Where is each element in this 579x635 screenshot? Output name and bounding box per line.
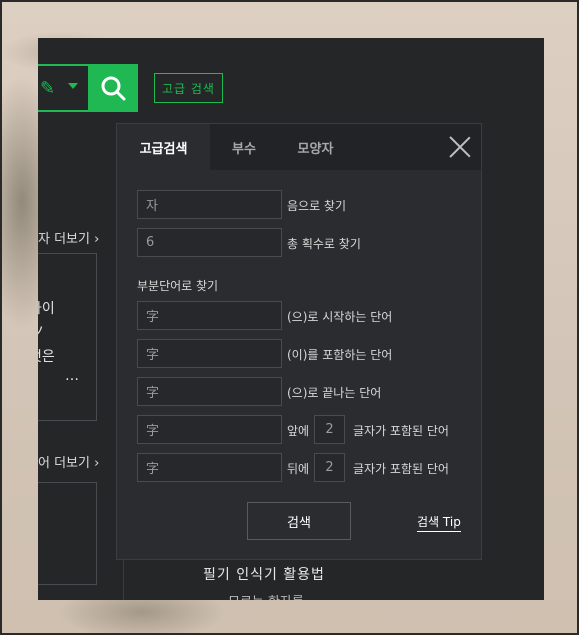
content-card-2[interactable] xyxy=(38,482,97,585)
search-button[interactable] xyxy=(88,64,138,112)
search-icon xyxy=(101,76,126,101)
pen-icon[interactable]: ✎ xyxy=(40,78,55,99)
back-prefix-label: 뒤에 xyxy=(287,462,310,476)
advanced-search-link[interactable]: 고급 검색 xyxy=(154,73,223,103)
front-input[interactable]: 字 xyxy=(137,415,282,444)
tab-bar: 고급검색 부수 모양자 xyxy=(117,124,481,170)
more-link-2[interactable]: 어 더보기 › xyxy=(38,452,99,471)
contains-input[interactable]: 字 xyxy=(137,339,282,368)
more-link-1[interactable]: 자 더보기 › xyxy=(38,228,99,247)
search-submit-button[interactable]: 검색 xyxy=(247,502,351,540)
contains-label: (이)를 포함하는 단어 xyxy=(287,348,393,362)
starts-with-label: (으)로 시작하는 단어 xyxy=(287,310,393,324)
sound-input[interactable]: 자 xyxy=(137,190,282,219)
sound-label: 음으로 찾기 xyxy=(287,199,347,213)
ellipsis-icon: … xyxy=(65,368,79,384)
search-tip-link[interactable]: 검색 Tip xyxy=(417,513,461,532)
caret-down-icon[interactable] xyxy=(68,83,78,89)
front-suffix-label: 글자가 포함된 단어 xyxy=(353,424,449,438)
ends-with-input[interactable]: 字 xyxy=(137,377,282,406)
stroke-count-label: 총 획수로 찾기 xyxy=(287,237,361,251)
close-icon[interactable] xyxy=(449,136,471,158)
front-prefix-label: 앞에 xyxy=(287,424,310,438)
ends-with-label: (으)로 끝나는 단어 xyxy=(287,386,382,400)
card-line: 첫은 xyxy=(38,349,55,365)
back-count-input[interactable]: 2 xyxy=(314,453,345,482)
back-input[interactable]: 字 xyxy=(137,453,282,482)
tab-advanced-search[interactable]: 고급검색 xyxy=(117,124,210,170)
stroke-count-input[interactable]: 6 xyxy=(137,228,282,257)
starts-with-input[interactable]: 字 xyxy=(137,301,282,330)
card-line: 자이 xyxy=(38,301,55,317)
tab-shape[interactable]: 모양자 xyxy=(278,124,353,170)
guide-subtitle: 모르는 한자를 xyxy=(228,591,304,600)
content-card-1[interactable]: 자이 ノ 첫은 … xyxy=(38,253,97,421)
advanced-search-modal: 고급검색 부수 모양자 자 음으로 찾기 6 총 획수로 찾기 부분단어로 찾기… xyxy=(116,123,482,560)
front-count-input[interactable]: 2 xyxy=(314,415,345,444)
partial-word-title: 부분단어로 찾기 xyxy=(137,279,219,293)
back-suffix-label: 글자가 포함된 단어 xyxy=(353,462,449,476)
handwriting-guide-link[interactable]: 필기 인식기 활용법 xyxy=(203,564,325,584)
card-line: ノ xyxy=(38,322,45,342)
tab-radical[interactable]: 부수 xyxy=(210,124,278,170)
